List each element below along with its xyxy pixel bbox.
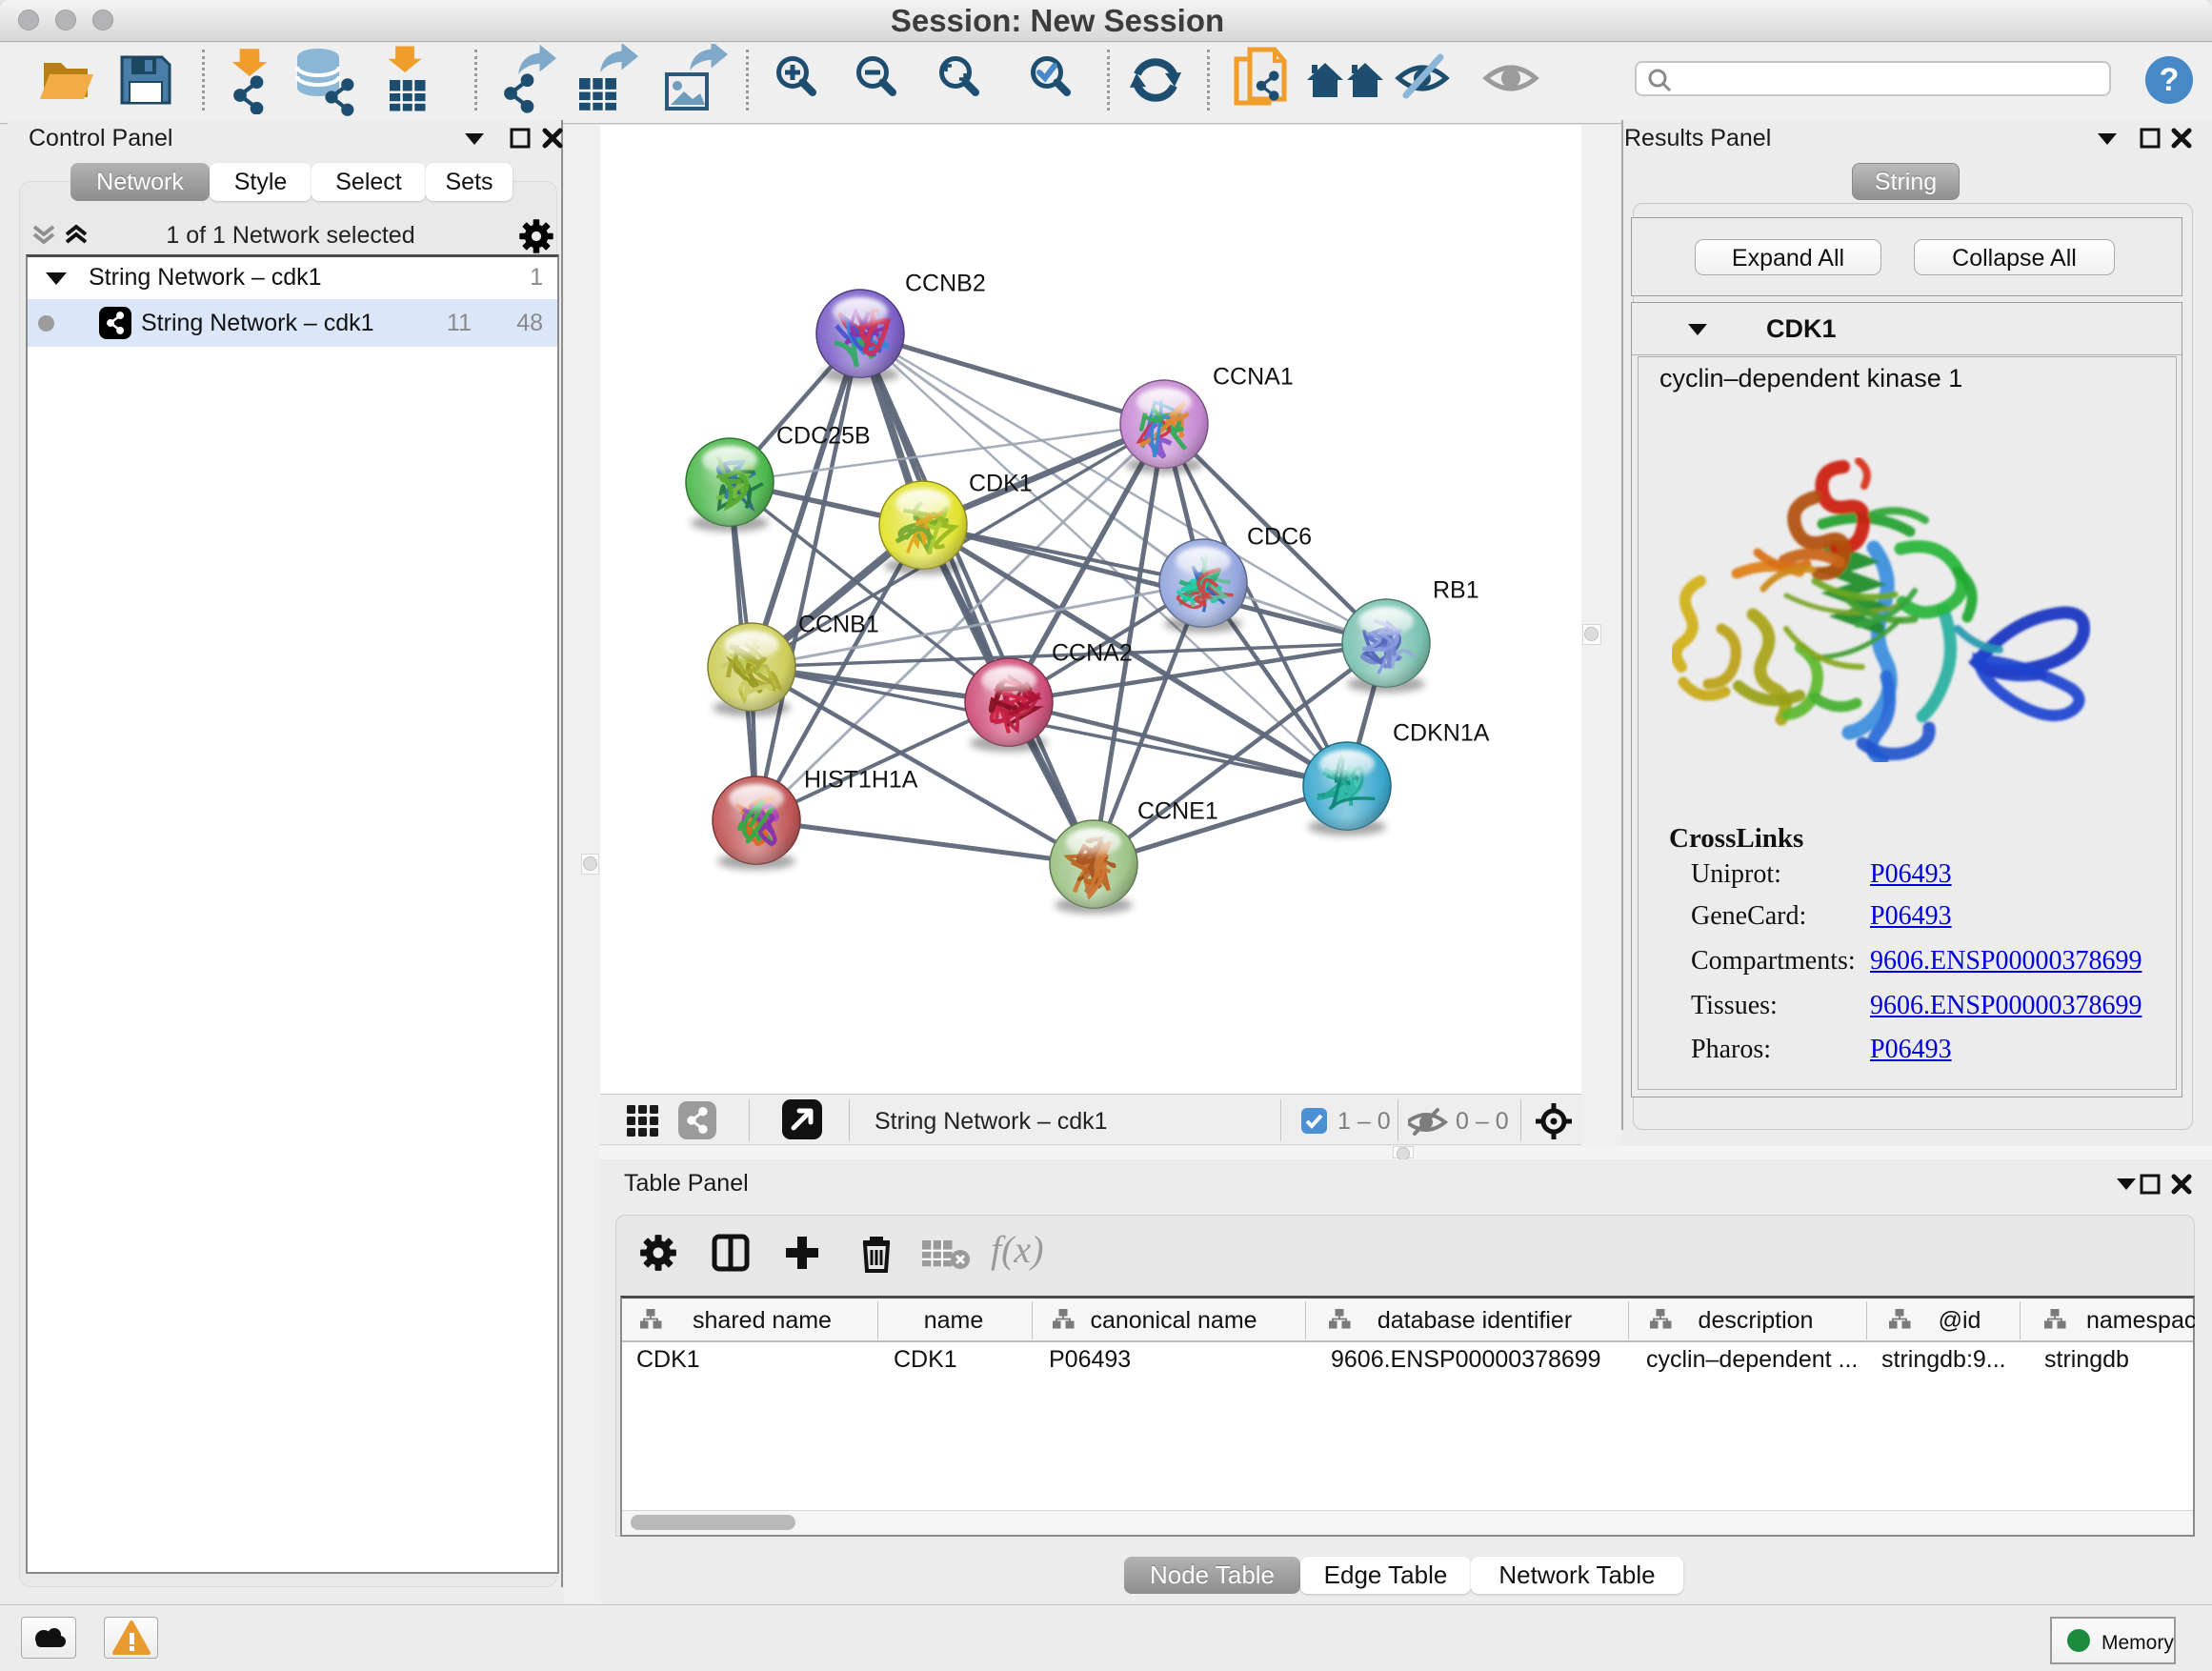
svg-text:CDK1: CDK1 xyxy=(969,471,1033,497)
svg-text:CCNA1: CCNA1 xyxy=(1213,364,1294,391)
svg-text:CDKN1A: CDKN1A xyxy=(1393,720,1490,747)
svg-text:CDC25B: CDC25B xyxy=(776,423,871,450)
svg-text:HIST1H1A: HIST1H1A xyxy=(804,767,918,794)
svg-text:CCNE1: CCNE1 xyxy=(1137,798,1218,825)
svg-text:CCNB2: CCNB2 xyxy=(905,271,986,297)
svg-text:CCNA2: CCNA2 xyxy=(1052,640,1133,667)
svg-text:CCNB1: CCNB1 xyxy=(798,612,879,638)
svg-text:RB1: RB1 xyxy=(1433,577,1479,604)
svg-text:CDC6: CDC6 xyxy=(1247,524,1312,551)
